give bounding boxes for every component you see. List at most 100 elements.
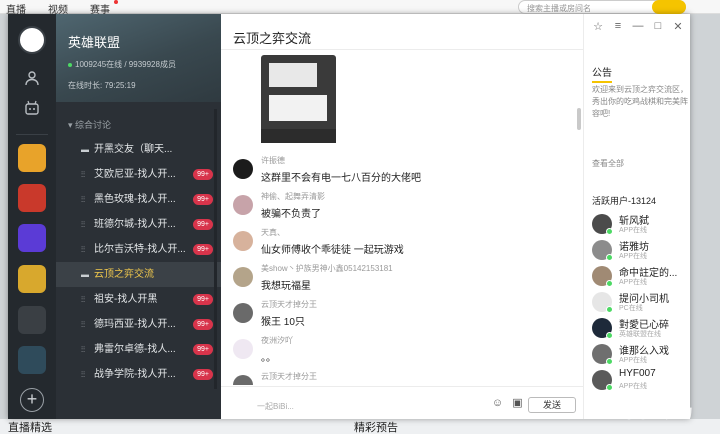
message-text: 被骗不负责了 <box>261 209 321 220</box>
active-user[interactable]: 谁那么入戏 APP在线 <box>592 342 690 367</box>
user-avatar[interactable] <box>18 26 46 54</box>
bottom-preview[interactable]: 精彩预告 <box>354 419 398 434</box>
active-user[interactable]: 提问小司机 PC在线 <box>592 290 690 315</box>
online-status-icon <box>606 358 613 365</box>
channel-item[interactable]: ⫶⫶ 艾欧尼亚-找人开... 99+ <box>56 162 221 187</box>
chat-message: 云顶天才掉分王 <box>221 371 583 385</box>
guild-title: 英雄联盟 <box>68 35 121 50</box>
online-status-icon <box>606 228 613 235</box>
image-icon[interactable]: ▣ <box>511 397 524 410</box>
add-game-icon[interactable]: + <box>20 388 44 412</box>
message-avatar[interactable] <box>233 267 253 287</box>
channel-item[interactable]: ▬ 云顶之弈交流 <box>56 262 221 287</box>
voice-icon: ⫶⫶ <box>81 220 85 229</box>
unread-badge: 99+ <box>193 319 213 330</box>
message-list[interactable]: 许振德 这群里不会有电一七八百分的大佬吧 神偷、起舞弄清影 被骗不负责了 天真、 仙女师傅… <box>221 51 583 385</box>
voice-icon: ⫶⫶ <box>81 295 85 304</box>
active-user[interactable]: 斩风弑 APP在线 <box>592 212 690 237</box>
channel-item[interactable]: ⫶⫶ 弗雷尔卓德-找人... 99+ <box>56 337 221 362</box>
channel-item[interactable]: ⫶⫶ 祖安-找人开黑 99+ <box>56 287 221 312</box>
message-avatar[interactable] <box>233 375 253 385</box>
message-avatar[interactable] <box>233 303 253 323</box>
online-status-icon <box>606 332 613 339</box>
user-status: APP在线 <box>619 227 648 234</box>
game-icon[interactable] <box>18 306 46 334</box>
voice-icon: ⫶⫶ <box>81 195 85 204</box>
message-author[interactable]: 夜洲汐吖 <box>261 335 293 346</box>
message-author[interactable]: 云顶天才掉分王 <box>261 299 317 310</box>
chat-message: 美show丶护族男神小鑫05142153181 我想玩福星 <box>221 263 583 295</box>
site-header: 直播 视频 赛事 搜索主播或房间名 <box>0 0 720 16</box>
watermark: 白云岛 <box>625 397 695 422</box>
channel-label: 开黑交友（聊天... <box>94 144 173 155</box>
message-author[interactable]: 美show丶护族男神小鑫05142153181 <box>261 263 393 274</box>
game-icon[interactable] <box>18 144 46 172</box>
user-status: APP在线 <box>619 253 648 260</box>
user-status: 英雄联盟在线 <box>619 331 661 338</box>
user-status: PC在线 <box>619 305 643 312</box>
active-user[interactable]: 命中註定的... APP在线 <box>592 264 690 289</box>
game-icon[interactable] <box>18 224 46 252</box>
channel-item[interactable]: ⫶⫶ 德玛西亚-找人开... 99+ <box>56 312 221 337</box>
channel-label: 黑色玫瑰-找人开... <box>94 194 176 205</box>
game-icon[interactable] <box>18 265 46 293</box>
active-user[interactable]: HYF007 APP在线 <box>592 368 690 393</box>
star-icon[interactable]: ☆ <box>592 20 604 33</box>
game-icon-lol[interactable] <box>18 346 46 374</box>
online-status-icon <box>606 280 613 287</box>
view-all-link[interactable]: 查看全部 <box>592 158 624 169</box>
voice-icon: ⫶⫶ <box>81 245 85 254</box>
message-author[interactable]: 许振德 <box>261 155 285 166</box>
online-duration: 在线时长: 79:25:19 <box>68 81 136 90</box>
sidebar-scrollbar[interactable] <box>214 109 217 389</box>
voice-icon: ⫶⫶ <box>81 320 85 329</box>
message-text: 猴王 10只 <box>261 317 305 328</box>
chat-message: 天真、 仙女师傅收个乖徒徒 一起玩游戏 <box>221 227 583 259</box>
user-name: HYF007 <box>619 368 656 379</box>
guild-banner: 英雄联盟 1009245在线 / 9939928成员 在线时长: 79:25:1… <box>56 14 221 102</box>
unread-badge: 99+ <box>193 194 213 205</box>
guild-online-count: 1009245在线 / 9939928成员 <box>68 59 221 70</box>
channel-item[interactable]: ⫶⫶ 黑色玫瑰-找人开... 99+ <box>56 187 221 212</box>
chat-message: 许振德 这群里不会有电一七八百分的大佬吧 <box>221 155 583 187</box>
channel-item[interactable]: ⫶⫶ 比尔吉沃特-找人开... 99+ <box>56 237 221 262</box>
active-user[interactable]: 對愛已心碎 英雄联盟在线 <box>592 316 690 341</box>
unread-badge: 99+ <box>193 294 213 305</box>
message-avatar[interactable] <box>233 339 253 359</box>
message-avatar[interactable] <box>233 159 253 179</box>
send-button[interactable]: 发送 <box>528 397 576 413</box>
chat-message: 神偷、起舞弄清影 被骗不负责了 <box>221 191 583 223</box>
close-icon[interactable]: ✕ <box>672 20 684 33</box>
message-author[interactable]: 神偷、起舞弄清影 <box>261 191 325 202</box>
channel-item[interactable]: ▬ 开黑交友（聊天... <box>56 137 221 162</box>
minimize-icon[interactable]: — <box>632 20 644 32</box>
online-status-icon <box>606 306 613 313</box>
unread-badge: 99+ <box>193 169 213 180</box>
voice-icon: ⫶⫶ <box>81 170 85 179</box>
site-search-button[interactable] <box>652 0 686 14</box>
message-avatar[interactable] <box>233 231 253 251</box>
emoji-icon[interactable]: ☺ <box>491 397 504 410</box>
message-avatar[interactable] <box>233 195 253 215</box>
shared-image[interactable] <box>261 55 336 143</box>
game-rail: + <box>8 14 56 419</box>
channel-label: 云顶之弈交流 <box>94 269 154 280</box>
channel-item[interactable]: ⫶⫶ 战争学院-找人开... 99+ <box>56 362 221 387</box>
game-icon[interactable] <box>18 184 46 212</box>
bottom-featured[interactable]: 直播精选 <box>8 419 52 434</box>
message-author[interactable]: 云顶天才掉分王 <box>261 371 317 382</box>
chat-input-bar: 一起BiBi... ☺ ▣ 发送 <box>221 386 583 419</box>
chat-scrollbar[interactable] <box>577 108 581 130</box>
channel-item[interactable]: ⫶⫶ 班德尔城-找人开... 99+ <box>56 212 221 237</box>
menu-icon[interactable]: ≡ <box>612 20 624 32</box>
notice-text: 欢迎来到云顶之弈交流区，秀出你的吃鸡战棋和完美阵容吧! <box>592 85 688 118</box>
robot-chat-icon[interactable] <box>22 100 42 120</box>
maximize-icon[interactable]: □ <box>652 20 664 32</box>
active-user[interactable]: 诺雅坊 APP在线 <box>592 238 690 263</box>
message-author[interactable]: 天真、 <box>261 227 285 238</box>
message-text: 。。 <box>261 353 276 364</box>
section-header[interactable]: ▾ 综合讨论 <box>56 102 221 137</box>
rail-divider <box>16 134 48 135</box>
message-input[interactable]: 一起BiBi... <box>257 401 294 412</box>
friends-icon[interactable] <box>22 70 42 90</box>
